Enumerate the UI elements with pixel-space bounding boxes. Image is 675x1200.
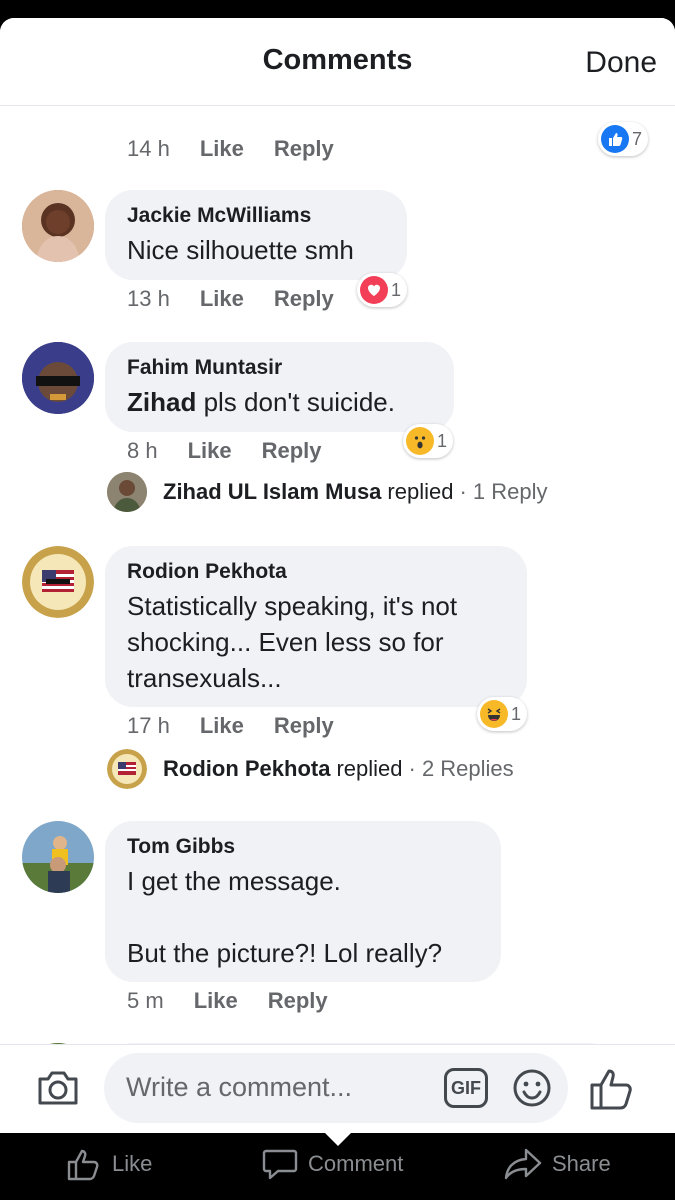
comment-placeholder: Write a comment... [126,1072,353,1102]
comment-list[interactable]: 14 h Like Reply 7 Jackie McWilliams Nice… [0,106,675,1115]
avatar[interactable] [22,546,94,618]
comment-bubble[interactable]: Rodion Pekhota Statistically speaking, i… [105,546,527,707]
caret-up-icon [324,1132,352,1146]
like-link[interactable]: Like [200,713,244,739]
reaction-count: 1 [391,279,402,300]
reaction-summary[interactable]: 1 [357,273,408,307]
comment-meta: 14 h Like Reply [127,136,364,162]
haha-reaction-icon [480,700,508,728]
share-icon [504,1148,542,1180]
comment-text: Zihad pls don't suicide. [127,384,432,420]
comment-time: 17 h [127,713,170,738]
comment-bubble[interactable]: Jackie McWilliams Nice silhouette smh [105,190,407,280]
reaction-summary[interactable]: 7 [598,122,649,156]
share-tab-label: Share [552,1151,611,1176]
comment-tab[interactable]: Comment [262,1147,403,1181]
like-reaction-icon [601,125,629,153]
comment-time: 5 m [127,988,164,1013]
reaction-count: 1 [437,430,448,451]
reply-link[interactable]: Reply [262,438,322,464]
comment-bubble[interactable]: Tom Gibbs I get the message. But the pic… [105,821,501,982]
bottom-action-bar: Like Comment Share [0,1132,675,1200]
reply-link[interactable]: Reply [274,286,334,312]
page-title: Comments [262,44,413,76]
like-link[interactable]: Like [194,988,238,1014]
like-link[interactable]: Like [188,438,232,464]
comment-meta: 5 m Like Reply [127,988,358,1014]
replied-label: replied [387,479,454,504]
camera-icon[interactable] [36,1069,80,1112]
avatar[interactable] [22,190,94,262]
avatar [107,749,147,789]
comment-text: Nice silhouette smh [127,235,354,265]
reply-summary[interactable]: Rodion Pekhota replied · 2 Replies [107,749,514,789]
share-tab[interactable]: Share [504,1147,611,1181]
wow-reaction-icon [406,427,434,455]
like-tab[interactable]: Like [66,1147,152,1181]
reply-count[interactable]: · 1 Reply [459,479,547,505]
emoji-icon[interactable] [512,1068,552,1113]
comment-author[interactable]: Jackie McWilliams [127,204,385,228]
comment-meta: 8 h Like Reply [127,438,352,464]
like-link[interactable]: Like [200,286,244,312]
reply-author[interactable]: Zihad UL Islam Musa [163,479,381,505]
comment-text-body: pls don't suicide. [196,387,395,417]
reply-link[interactable]: Reply [274,713,334,739]
reply-author[interactable]: Rodion Pekhota [163,756,330,782]
comments-sheet: Comments Done 14 h Like Reply 7 Jackie M… [0,18,675,1133]
reply-link[interactable]: Reply [274,136,334,162]
reaction-summary[interactable]: 1 [403,424,454,458]
done-button[interactable]: Done [585,46,657,80]
comment-time: 8 h [127,438,158,463]
comment-author[interactable]: Fahim Muntasir [127,356,432,380]
like-icon [67,1149,99,1181]
comment-author[interactable]: Tom Gibbs [127,835,479,859]
reply-summary[interactable]: Zihad UL Islam Musa replied · 1 Reply [107,472,548,512]
comment-meta: 13 h Like Reply [127,286,364,312]
avatar[interactable] [22,821,94,893]
love-reaction-icon [360,276,388,304]
comment-icon [262,1149,298,1180]
like-link[interactable]: Like [200,136,244,162]
avatar [107,472,147,512]
gif-label: GIF [451,1077,481,1098]
comment-text: I get the message. But the picture?! Lol… [127,866,443,968]
like-thumb-icon[interactable] [588,1065,636,1116]
comment-meta: 17 h Like Reply [127,713,364,739]
comment-composer: Write a comment... GIF [0,1044,675,1133]
mention-link[interactable]: Zihad [127,387,196,417]
replied-label: replied [336,756,403,781]
comment-bubble[interactable]: Fahim Muntasir Zihad pls don't suicide. [105,342,454,432]
avatar[interactable] [22,342,94,414]
comment-time: 13 h [127,286,170,311]
comment-input[interactable]: Write a comment... GIF [104,1053,568,1123]
comment-text: Statistically speaking, it's not shockin… [127,591,458,693]
comment-time: 14 h [127,136,170,161]
gif-button[interactable]: GIF [444,1068,488,1108]
like-tab-label: Like [112,1151,153,1176]
comment-author[interactable]: Rodion Pekhota [127,560,505,584]
reaction-count: 1 [511,703,522,724]
comment-tab-label: Comment [308,1151,404,1176]
comments-header: Comments Done [0,18,675,106]
reaction-count: 7 [632,128,643,149]
reply-count[interactable]: · 2 Replies [409,756,514,782]
reaction-summary[interactable]: 1 [477,697,528,731]
reply-link[interactable]: Reply [268,988,328,1014]
